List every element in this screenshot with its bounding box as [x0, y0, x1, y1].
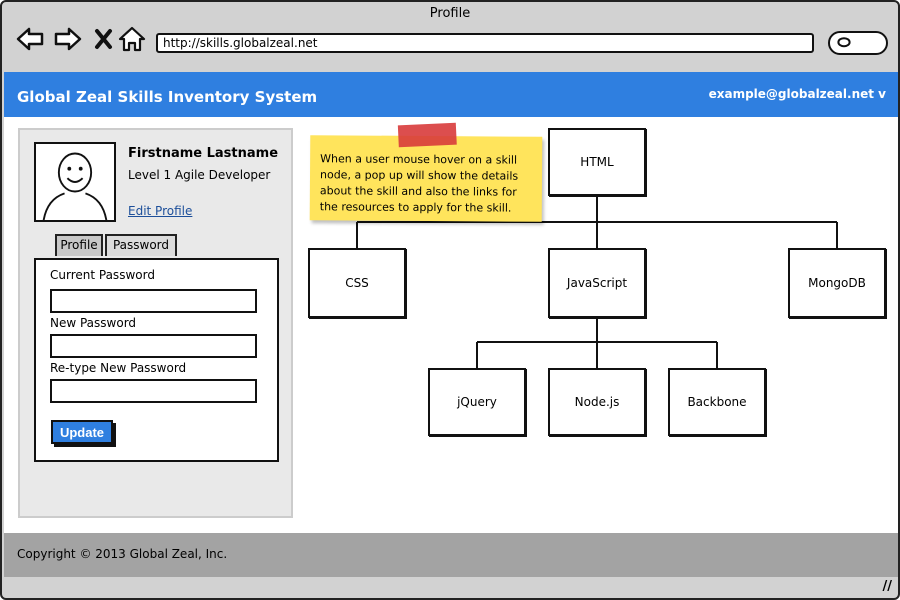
search-icon [837, 37, 851, 48]
browser-window: Profile http://skills.globalzeal.net Glo… [0, 0, 900, 600]
resize-grip-icon[interactable]: // [883, 579, 893, 594]
skill-node-html[interactable]: HTML [548, 128, 646, 196]
copyright-text: Copyright © 2013 Global Zeal, Inc. [17, 547, 228, 561]
skill-node-css[interactable]: CSS [308, 248, 406, 318]
home-icon[interactable] [118, 26, 146, 52]
url-bar[interactable]: http://skills.globalzeal.net [156, 33, 814, 53]
page-content: Global Zeal Skills Inventory System exam… [4, 72, 898, 576]
skill-node-mongodb[interactable]: MongoDB [788, 248, 886, 318]
back-arrow-icon[interactable] [16, 26, 44, 52]
note-tape [397, 122, 457, 148]
skill-node-javascript[interactable]: JavaScript [548, 248, 646, 318]
forward-arrow-icon[interactable] [54, 26, 82, 52]
sticky-note-text: When a user mouse hover on a skill node,… [319, 152, 519, 215]
window-title: Profile [429, 6, 471, 21]
skill-node-backbone[interactable]: Backbone [668, 368, 766, 436]
search-box[interactable] [828, 31, 888, 55]
page-footer: Copyright © 2013 Global Zeal, Inc. [4, 533, 898, 577]
sticky-note: When a user mouse hover on a skill node,… [309, 122, 543, 222]
skill-node-jquery[interactable]: jQuery [428, 368, 526, 436]
skill-node-nodejs[interactable]: Node.js [548, 368, 646, 436]
close-x-icon[interactable] [90, 26, 118, 52]
